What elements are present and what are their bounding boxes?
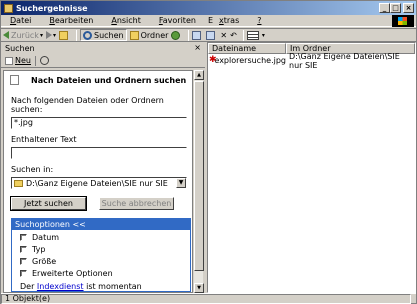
copy-to-button[interactable]	[206, 29, 217, 41]
close-button[interactable]: ×	[403, 3, 414, 13]
search-assistant-icon[interactable]	[39, 56, 49, 65]
up-folder-button[interactable]	[58, 29, 70, 41]
undo-icon: ↶	[230, 30, 237, 40]
folder-icon	[14, 179, 23, 187]
search-in-label: Suchen in:	[11, 165, 54, 174]
scroll-down-icon[interactable]: ▼	[194, 283, 204, 293]
status-text: 1 Objekt(e)	[1, 294, 411, 304]
delete-icon: ✕	[220, 30, 228, 40]
search-buttons: Jetzt suchen Suche abbrechen	[11, 197, 192, 210]
search-in-select[interactable]: D:\Ganz Eigene Dateien\SIE nur SIE ▼	[11, 177, 187, 189]
menu-favoriten[interactable]: Favoriten	[153, 16, 202, 25]
menu-datei[interactable]: Datei	[4, 16, 37, 25]
result-filename-cell: explorersuche.jpg	[208, 55, 286, 66]
option-type[interactable]: Typ	[12, 245, 190, 254]
chevron-down-icon[interactable]: ▼	[176, 178, 186, 188]
folders-button[interactable]: Ordner	[129, 29, 168, 41]
search-pane: Suchen × Neu Nach Dateien und Ordnern su…	[1, 42, 205, 293]
search-pane-toolbar: Neu	[1, 54, 205, 68]
history-button[interactable]	[171, 29, 182, 41]
search-window-icon	[4, 3, 13, 13]
content-label: Enthaltener Text	[11, 135, 77, 144]
undo-button[interactable]: ↶	[230, 29, 237, 41]
stop-search-button[interactable]: Suche abbrechen	[99, 197, 174, 210]
search-button[interactable]: Suchen	[79, 29, 127, 41]
windows-logo	[392, 15, 414, 27]
toolbar-separator	[188, 29, 190, 41]
chevron-down-icon: ▾	[52, 31, 56, 39]
advanced-checkbox[interactable]	[20, 270, 27, 277]
search-options-header[interactable]: Suchoptionen <<	[12, 219, 190, 230]
scroll-thumb[interactable]	[194, 81, 204, 271]
filename-input[interactable]: *.jpg	[11, 117, 187, 129]
delete-button[interactable]: ✕	[220, 29, 227, 41]
back-arrow-icon	[3, 31, 9, 39]
results-pane: Dateiname Im Ordner explorersuche.jpg D:…	[207, 42, 416, 293]
new-search-button[interactable]: Neu	[5, 56, 31, 65]
chevron-down-icon: ▾	[39, 31, 43, 39]
minimize-button[interactable]: _	[379, 3, 390, 13]
search-pane-header: Suchen ×	[5, 43, 201, 53]
option-date[interactable]: Datum	[12, 233, 190, 242]
forward-arrow-icon	[45, 31, 52, 39]
search-form: Nach Dateien und Ordnern suchen Nach fol…	[3, 70, 193, 293]
index-service-note: Der Indexdienst ist momentan deaktiviert…	[20, 282, 142, 292]
search-form-title: Nach Dateien und Ordnern suchen	[4, 71, 192, 89]
new-search-icon	[5, 56, 13, 65]
status-bar: 1 Objekt(e)	[1, 293, 416, 304]
move-to-button[interactable]	[192, 29, 203, 41]
window-controls: _ □ ×	[379, 3, 414, 13]
menu-bar: Datei Bearbeiten Ansicht Favoriten Extra…	[1, 15, 416, 27]
type-checkbox[interactable]	[20, 246, 27, 253]
search-options: Suchoptionen << Datum Typ Größe Erweiter…	[11, 218, 191, 292]
index-service-link[interactable]: Indexdienst	[37, 282, 84, 291]
explorer-window: Suchergebnisse _ □ × Datei Bearbeiten An…	[0, 0, 417, 304]
history-icon	[171, 30, 181, 40]
size-checkbox[interactable]	[20, 258, 27, 265]
folder-up-icon	[58, 30, 68, 40]
menu-bearbeiten[interactable]: Bearbeiten	[43, 16, 99, 25]
result-folder-cell: D:\Ganz Eigene Dateien\SIE nur SIE	[289, 51, 400, 70]
scroll-up-icon[interactable]: ▲	[194, 70, 204, 80]
standard-toolbar: Zurück ▾ ▾ Suchen Ordner ✕ ↶ ▾	[1, 28, 416, 42]
back-button[interactable]: Zurück ▾	[3, 29, 43, 41]
toolbar-separator	[34, 55, 36, 66]
file-search-icon	[10, 75, 19, 85]
copy-to-icon	[206, 30, 216, 40]
date-checkbox[interactable]	[20, 234, 27, 241]
filename-label: Nach folgenden Dateien oder Ordnern such…	[11, 96, 164, 114]
chevron-down-icon: ▾	[261, 31, 265, 39]
maximize-button[interactable]: □	[390, 3, 401, 13]
menu-help[interactable]: ?	[251, 16, 267, 25]
menu-extras[interactable]: Extras	[208, 16, 245, 25]
column-filename[interactable]: Dateiname	[208, 43, 286, 54]
table-row[interactable]: explorersuche.jpg D:\Ganz Eigene Dateien…	[208, 52, 415, 70]
search-now-button[interactable]: Jetzt suchen	[11, 197, 86, 210]
forward-button[interactable]: ▾	[45, 29, 56, 41]
menu-ansicht[interactable]: Ansicht	[105, 16, 147, 25]
window-title: Suchergebnisse	[16, 3, 88, 13]
option-advanced[interactable]: Erweiterte Optionen	[12, 269, 190, 278]
move-to-icon	[192, 30, 202, 40]
views-icon	[246, 30, 259, 40]
close-icon[interactable]: ×	[194, 43, 201, 52]
content-input[interactable]	[11, 147, 187, 159]
image-file-icon	[209, 55, 220, 65]
folders-icon	[129, 30, 139, 40]
search-icon	[82, 30, 92, 40]
toolbar-separator	[75, 29, 77, 41]
title-bar: Suchergebnisse _ □ ×	[1, 1, 416, 15]
option-size[interactable]: Größe	[12, 257, 190, 266]
search-pane-scrollbar[interactable]: ▲ ▼	[193, 70, 204, 293]
views-button[interactable]: ▾	[246, 29, 265, 41]
toolbar-separator	[242, 29, 244, 41]
